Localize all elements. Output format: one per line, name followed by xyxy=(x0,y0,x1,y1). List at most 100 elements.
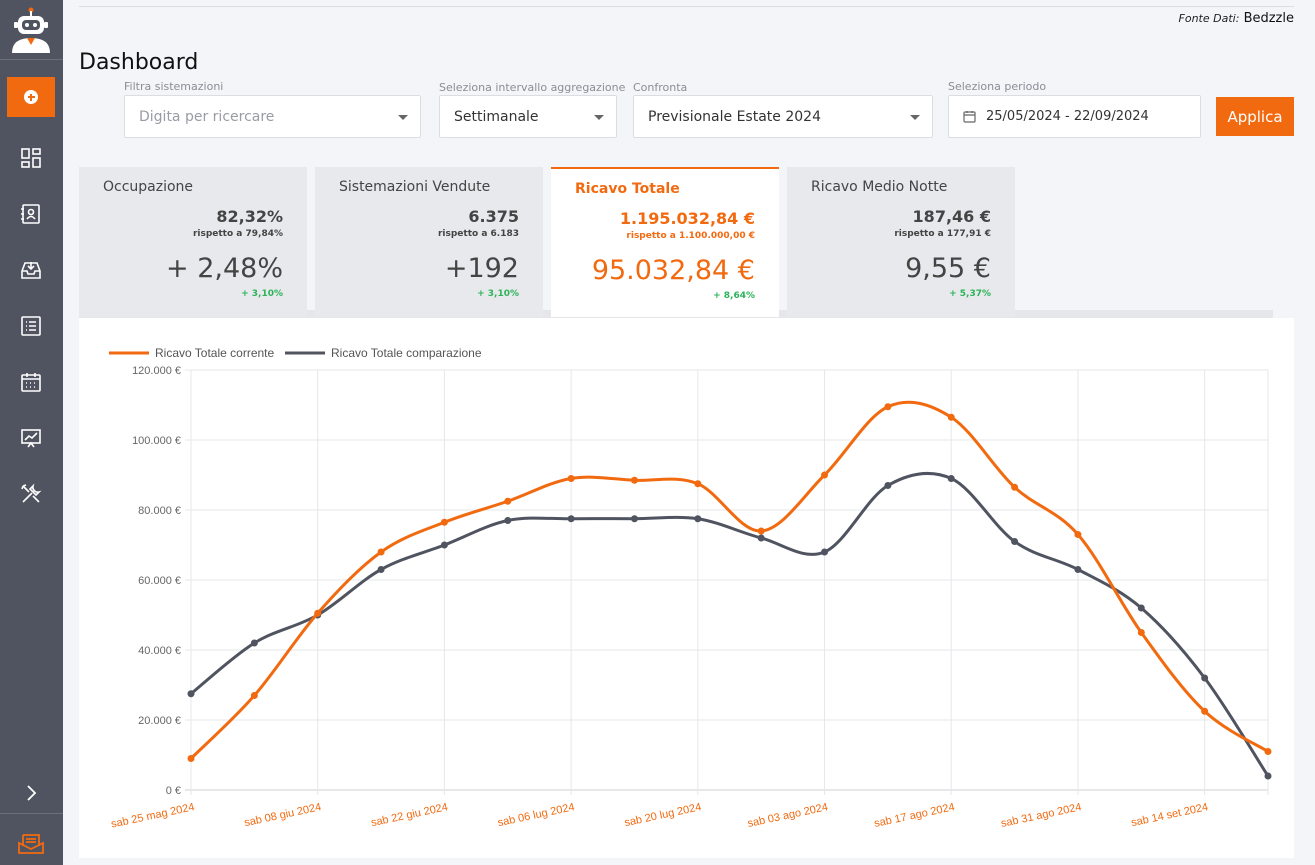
period-label: Seleziona periodo xyxy=(948,80,1047,93)
compare-select[interactable]: Previsionale Estate 2024 xyxy=(633,95,933,138)
mail-icon[interactable] xyxy=(17,832,45,856)
x-tick-label: sab 08 giu 2024 xyxy=(243,801,322,829)
data-point-current xyxy=(1201,707,1209,715)
robot-logo-icon[interactable] xyxy=(8,5,54,53)
revenue-line-chart[interactable]: 0 € 20.000 € 40.000 € 60.000 € 80.000 € 100.0… xyxy=(79,318,1294,858)
data-point-current xyxy=(440,518,448,526)
data-point-comparison xyxy=(757,534,765,542)
data-point-comparison xyxy=(694,515,702,523)
sidebar xyxy=(0,0,63,865)
accommodations-search-input[interactable]: Digita per ricercare xyxy=(124,95,421,138)
data-point-comparison xyxy=(187,690,195,698)
sidebar-divider xyxy=(0,59,63,60)
presentation-chart-icon[interactable] xyxy=(19,426,43,450)
kpi-delta-percent: + 3,10% xyxy=(477,289,519,299)
aggregation-select[interactable]: Settimanale xyxy=(439,95,617,138)
data-point-comparison xyxy=(630,515,638,523)
kpi-delta-percent: + 5,37% xyxy=(949,289,991,299)
y-tick-label: 80.000 € xyxy=(138,505,181,517)
kpi-title: Ricavo Medio Notte xyxy=(811,179,948,195)
accommodations-search-placeholder: Digita per ricercare xyxy=(139,108,275,125)
y-tick-label: 20.000 € xyxy=(138,715,181,727)
x-tick-label: sab 17 ago 2024 xyxy=(873,801,956,830)
data-point-current xyxy=(884,403,892,411)
compare-value: Previsionale Estate 2024 xyxy=(648,108,821,125)
y-tick-label: 0 € xyxy=(166,785,181,797)
data-point-comparison xyxy=(1201,674,1209,682)
x-tick-label: sab 14 set 2024 xyxy=(1130,801,1209,829)
calendar-icon[interactable] xyxy=(19,370,43,394)
data-source: Fonte Dati: Bedzzle xyxy=(1179,11,1294,26)
data-point-comparison xyxy=(821,548,829,556)
kpi-compare: rispetto a 79,84% xyxy=(192,229,283,239)
list-icon[interactable] xyxy=(19,314,43,338)
kpi-delta: +192 xyxy=(444,253,519,284)
kpi-value: 82,32% xyxy=(216,207,283,226)
data-point-current xyxy=(1264,748,1272,755)
chevron-down-icon xyxy=(910,115,920,120)
kpi-tab-occupancy[interactable]: Occupazione 82,32% rispetto a 79,84% + 2… xyxy=(79,167,307,317)
apply-button[interactable]: Applica xyxy=(1216,97,1294,136)
data-point-comparison xyxy=(1011,538,1019,545)
kpi-delta: 95.032,84 € xyxy=(591,255,755,286)
kpi-value: 6.375 xyxy=(468,207,519,226)
data-point-current xyxy=(1137,629,1145,636)
data-point-current xyxy=(314,609,322,617)
x-tick-label: sab 31 ago 2024 xyxy=(1000,801,1083,830)
period-picker[interactable]: 25/05/2024 - 22/09/2024 xyxy=(948,95,1201,138)
data-source-label: Fonte Dati: xyxy=(1178,12,1240,25)
legend-label-current: Ricavo Totale corrente xyxy=(155,346,275,360)
sidebar-divider xyxy=(0,813,63,814)
kpi-value: 187,46 € xyxy=(912,207,991,226)
period-value: 25/05/2024 - 22/09/2024 xyxy=(986,109,1149,124)
kpi-delta-percent: + 3,10% xyxy=(241,289,283,299)
data-point-comparison xyxy=(504,517,512,524)
x-tick-label: sab 20 lug 2024 xyxy=(623,801,702,829)
kpi-compare: rispetto a 177,91 € xyxy=(894,229,991,239)
data-point-comparison xyxy=(1074,566,1082,573)
data-point-comparison xyxy=(440,541,448,549)
y-tick-label: 60.000 € xyxy=(138,575,181,587)
data-source-value: Bedzzle xyxy=(1243,11,1294,26)
data-point-current xyxy=(1074,531,1082,538)
calendar-icon xyxy=(963,111,976,123)
x-tick-label: sab 25 mag 2024 xyxy=(110,801,196,830)
kpi-delta: + 2,48% xyxy=(166,253,283,284)
tools-icon[interactable] xyxy=(19,482,43,506)
page-title: Dashboard xyxy=(79,50,199,75)
kpi-delta-percent: + 8,64% xyxy=(713,291,755,301)
data-point-comparison xyxy=(947,475,955,482)
x-tick-label: sab 03 ago 2024 xyxy=(746,801,829,830)
y-tick-label: 40.000 € xyxy=(138,645,181,657)
data-point-current xyxy=(694,480,702,488)
inbox-icon[interactable] xyxy=(19,258,43,282)
series-line-comparison xyxy=(190,471,1270,777)
data-point-comparison xyxy=(884,482,892,489)
data-point-current xyxy=(821,471,829,479)
kpi-value: 1.195.032,84 € xyxy=(619,209,755,228)
kpi-compare: rispetto a 6.183 xyxy=(437,229,519,239)
contacts-icon[interactable] xyxy=(19,202,43,226)
compare-label: Confronta xyxy=(633,81,688,94)
accommodations-filter-label: Filtra sistemazioni xyxy=(124,80,224,93)
plus-icon xyxy=(24,90,38,104)
top-divider xyxy=(79,6,1294,7)
revenue-chart-panel: 0 € 20.000 € 40.000 € 60.000 € 80.000 € 100.0… xyxy=(79,318,1294,858)
data-point-comparison xyxy=(1264,772,1272,780)
x-tick-label: sab 22 giu 2024 xyxy=(370,801,449,829)
expand-chevron-icon[interactable] xyxy=(22,784,40,802)
kpi-tab-total-revenue[interactable]: Ricavo Totale 1.195.032,84 € rispetto a … xyxy=(551,167,779,317)
data-point-comparison xyxy=(1137,604,1145,612)
data-point-current xyxy=(757,527,765,535)
chevron-down-icon xyxy=(594,115,604,120)
y-tick-label: 100.000 € xyxy=(132,435,181,447)
dashboard-icon[interactable] xyxy=(19,146,43,170)
kpi-title: Ricavo Totale xyxy=(575,181,680,197)
add-button[interactable] xyxy=(7,77,55,117)
y-tick-label: 120.000 € xyxy=(132,365,181,377)
data-point-comparison xyxy=(377,566,385,573)
kpi-tab-avg-nightly-revenue[interactable]: Ricavo Medio Notte 187,46 € rispetto a 1… xyxy=(787,167,1015,317)
data-point-comparison xyxy=(250,639,258,647)
kpi-tab-units-sold[interactable]: Sistemazioni Vendute 6.375 rispetto a 6.… xyxy=(315,167,543,317)
kpi-title: Occupazione xyxy=(103,179,194,195)
